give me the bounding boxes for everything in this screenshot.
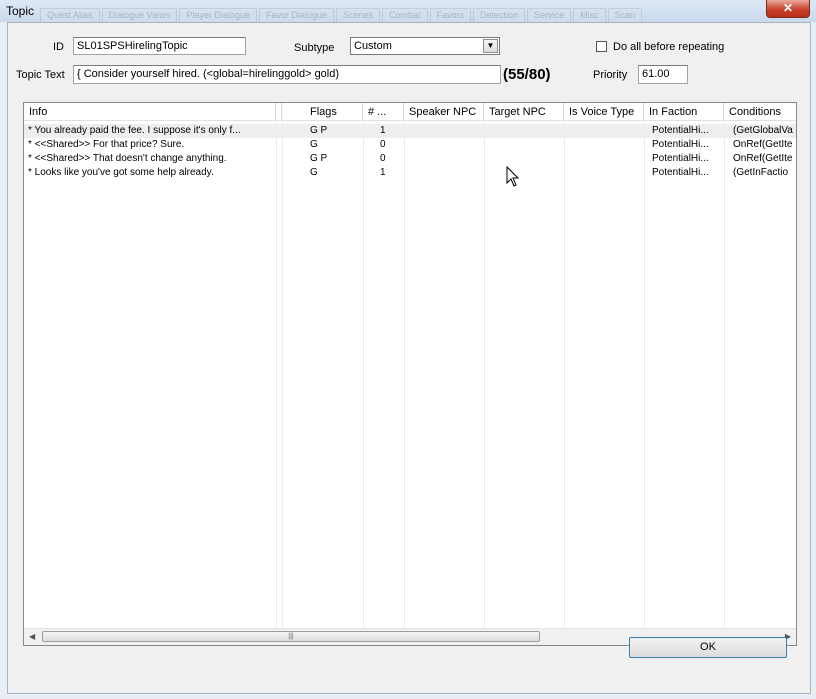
cell-voice-type: [568, 166, 640, 180]
column-gridline: [484, 121, 485, 629]
column-gridline: [564, 121, 565, 629]
column-header-speaker-npc[interactable]: Speaker NPC: [404, 103, 484, 120]
cell-in-faction: PotentialHi...: [652, 139, 709, 150]
cell-conditions: OnRef(GetIte: [733, 139, 793, 150]
table-header: Info Flags # ... Speaker NPC Target NPC …: [24, 103, 796, 121]
cell-target-npc: [488, 152, 560, 166]
table-row[interactable]: * <<Shared>> That doesn't change anythin…: [24, 152, 796, 166]
column-gridline: [276, 121, 277, 629]
close-button[interactable]: ✕: [766, 0, 810, 18]
id-label: ID: [53, 41, 64, 53]
column-header-target-npc[interactable]: Target NPC: [484, 103, 564, 120]
ok-button[interactable]: OK: [629, 637, 787, 658]
cell-target-npc: [488, 166, 560, 180]
window-title: Topic: [6, 4, 35, 18]
scroll-thumb[interactable]: |||: [42, 631, 540, 642]
column-gridline: [404, 121, 405, 629]
cell-info: * <<Shared>> That doesn't change anythin…: [28, 153, 227, 164]
column-header-count[interactable]: # ...: [363, 103, 404, 120]
scroll-left-icon[interactable]: ◀: [29, 632, 35, 641]
column-header-is-voice-type[interactable]: Is Voice Type: [564, 103, 644, 120]
cell-in-faction: PotentialHi...: [652, 167, 709, 178]
cell-count: 0: [380, 139, 386, 150]
cell-count: 1: [380, 125, 386, 136]
cell-in-faction: PotentialHi...: [652, 125, 709, 136]
do-all-checkbox[interactable]: [596, 41, 607, 52]
cell-info: * <<Shared>> For that price? Sure.: [28, 139, 185, 150]
column-gridline: [644, 121, 645, 629]
mouse-cursor-icon: [506, 166, 520, 187]
column-gridline: [724, 121, 725, 629]
cell-speaker-npc: [408, 166, 480, 180]
subtype-label: Subtype: [294, 42, 335, 54]
column-header-conditions[interactable]: Conditions: [724, 103, 796, 120]
table-row[interactable]: * <<Shared>> For that price? Sure. G 0 P…: [24, 138, 796, 152]
table-row[interactable]: * You already paid the fee. I suppose it…: [24, 124, 796, 138]
background-tab: Combat: [382, 8, 428, 22]
cell-target-npc: [488, 124, 560, 138]
topic-dialog: ID SL01SPSHirelingTopic Subtype Custom ▼…: [7, 22, 811, 694]
column-gridline: [282, 121, 283, 629]
cell-count: 0: [380, 153, 386, 164]
cell-target-npc: [488, 138, 560, 152]
column-header-info[interactable]: Info: [24, 103, 276, 120]
do-all-label: Do all before repeating: [613, 41, 725, 53]
cell-flags: G P: [310, 153, 328, 164]
background-tab: Favors: [429, 8, 472, 22]
cell-in-faction: PotentialHi...: [652, 153, 709, 164]
cell-info: * You already paid the fee. I suppose it…: [28, 125, 241, 136]
responses-table[interactable]: Info Flags # ... Speaker NPC Target NPC …: [23, 102, 797, 646]
priority-label: Priority: [593, 69, 628, 81]
background-tab-strip: Quest Alias Dialogue Views Player Dialogue…: [40, 8, 643, 22]
id-field[interactable]: SL01SPSHirelingTopic: [73, 37, 246, 55]
column-header-flags[interactable]: Flags: [282, 103, 363, 120]
column-header-in-faction[interactable]: In Faction: [644, 103, 724, 120]
char-count: (55/80): [503, 66, 551, 83]
column-gridline: [363, 121, 364, 629]
title-bar: Topic Quest Alias Dialogue Views Player Di…: [0, 0, 816, 22]
background-tab: Dialogue Views: [101, 8, 178, 22]
topic-text-label: Topic Text: [16, 69, 65, 81]
cell-speaker-npc: [408, 138, 480, 152]
cell-flags: G: [310, 167, 318, 178]
background-tab: Service: [527, 8, 572, 22]
cell-info: * Looks like you've got some help alread…: [28, 167, 214, 178]
cell-count: 1: [380, 167, 386, 178]
background-tab: Scan: [607, 8, 643, 22]
cell-conditions: (GetInFactio: [733, 167, 789, 178]
cell-speaker-npc: [408, 152, 480, 166]
background-tab: Favor Dialogue: [258, 8, 334, 22]
cell-voice-type: [568, 138, 640, 152]
cell-flags: G: [310, 139, 318, 150]
chevron-down-icon[interactable]: ▼: [483, 39, 498, 53]
cell-voice-type: [568, 152, 640, 166]
background-tab: Quest Alias: [40, 8, 100, 22]
cell-conditions: (GetGlobalVa: [733, 125, 793, 136]
background-tab: Misc: [573, 8, 606, 22]
cell-voice-type: [568, 124, 640, 138]
background-tab: Player Dialogue: [179, 8, 257, 22]
cell-speaker-npc: [408, 124, 480, 138]
cell-conditions: OnRef(GetIte: [733, 153, 793, 164]
subtype-select[interactable]: Custom ▼: [350, 37, 500, 55]
subtype-value: Custom: [354, 40, 392, 52]
priority-field[interactable]: 61.00: [638, 65, 688, 84]
cell-flags: G P: [310, 125, 328, 136]
background-tab: Detection: [473, 8, 526, 22]
table-row[interactable]: * Looks like you've got some help alread…: [24, 166, 796, 180]
topic-text-field[interactable]: { Consider yourself hired. (<global=hire…: [73, 65, 501, 84]
background-tab: Scenes: [335, 8, 381, 22]
